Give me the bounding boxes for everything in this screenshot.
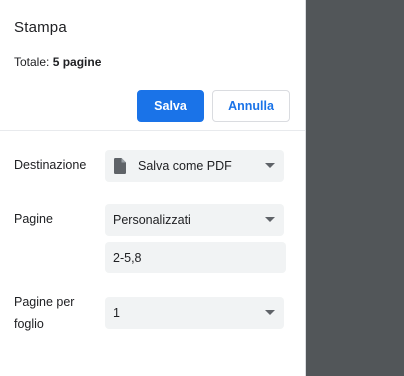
destination-value: Salva come PDF xyxy=(138,159,232,173)
chevron-down-icon xyxy=(265,163,275,168)
pages-per-sheet-label-line2: foglio xyxy=(14,317,44,331)
settings-panel: Stampa Totale: 5 pagine Salva Annulla De… xyxy=(0,0,306,376)
pages-per-sheet-select[interactable]: 1 xyxy=(105,297,284,329)
pages-value: Personalizzati xyxy=(113,213,191,227)
pages-per-sheet-label-line1: Pagine per xyxy=(14,295,75,309)
pages-per-sheet-label: Pagine per foglio xyxy=(14,291,74,335)
summary-label: Totale: xyxy=(14,55,50,69)
destination-select[interactable]: Salva come PDF xyxy=(105,150,284,182)
save-button[interactable]: Salva xyxy=(137,90,204,122)
print-preview-area xyxy=(306,0,404,376)
cancel-button[interactable]: Annulla xyxy=(212,90,290,122)
header-divider xyxy=(0,130,305,131)
pages-select[interactable]: Personalizzati xyxy=(105,204,284,236)
document-icon xyxy=(114,158,126,174)
pages-label: Pagine xyxy=(14,212,53,226)
print-dialog: Stampa Totale: 5 pagine Salva Annulla De… xyxy=(0,0,404,376)
page-count-summary: Totale: 5 pagine xyxy=(14,55,101,69)
page-range-input[interactable]: 2-5,8 xyxy=(105,242,286,273)
summary-value: 5 pagine xyxy=(52,55,102,69)
dialog-title: Stampa xyxy=(14,19,67,36)
chevron-down-icon xyxy=(265,310,275,315)
pages-per-sheet-value: 1 xyxy=(113,306,120,320)
destination-label: Destinazione xyxy=(14,158,87,172)
chevron-down-icon xyxy=(265,217,275,222)
